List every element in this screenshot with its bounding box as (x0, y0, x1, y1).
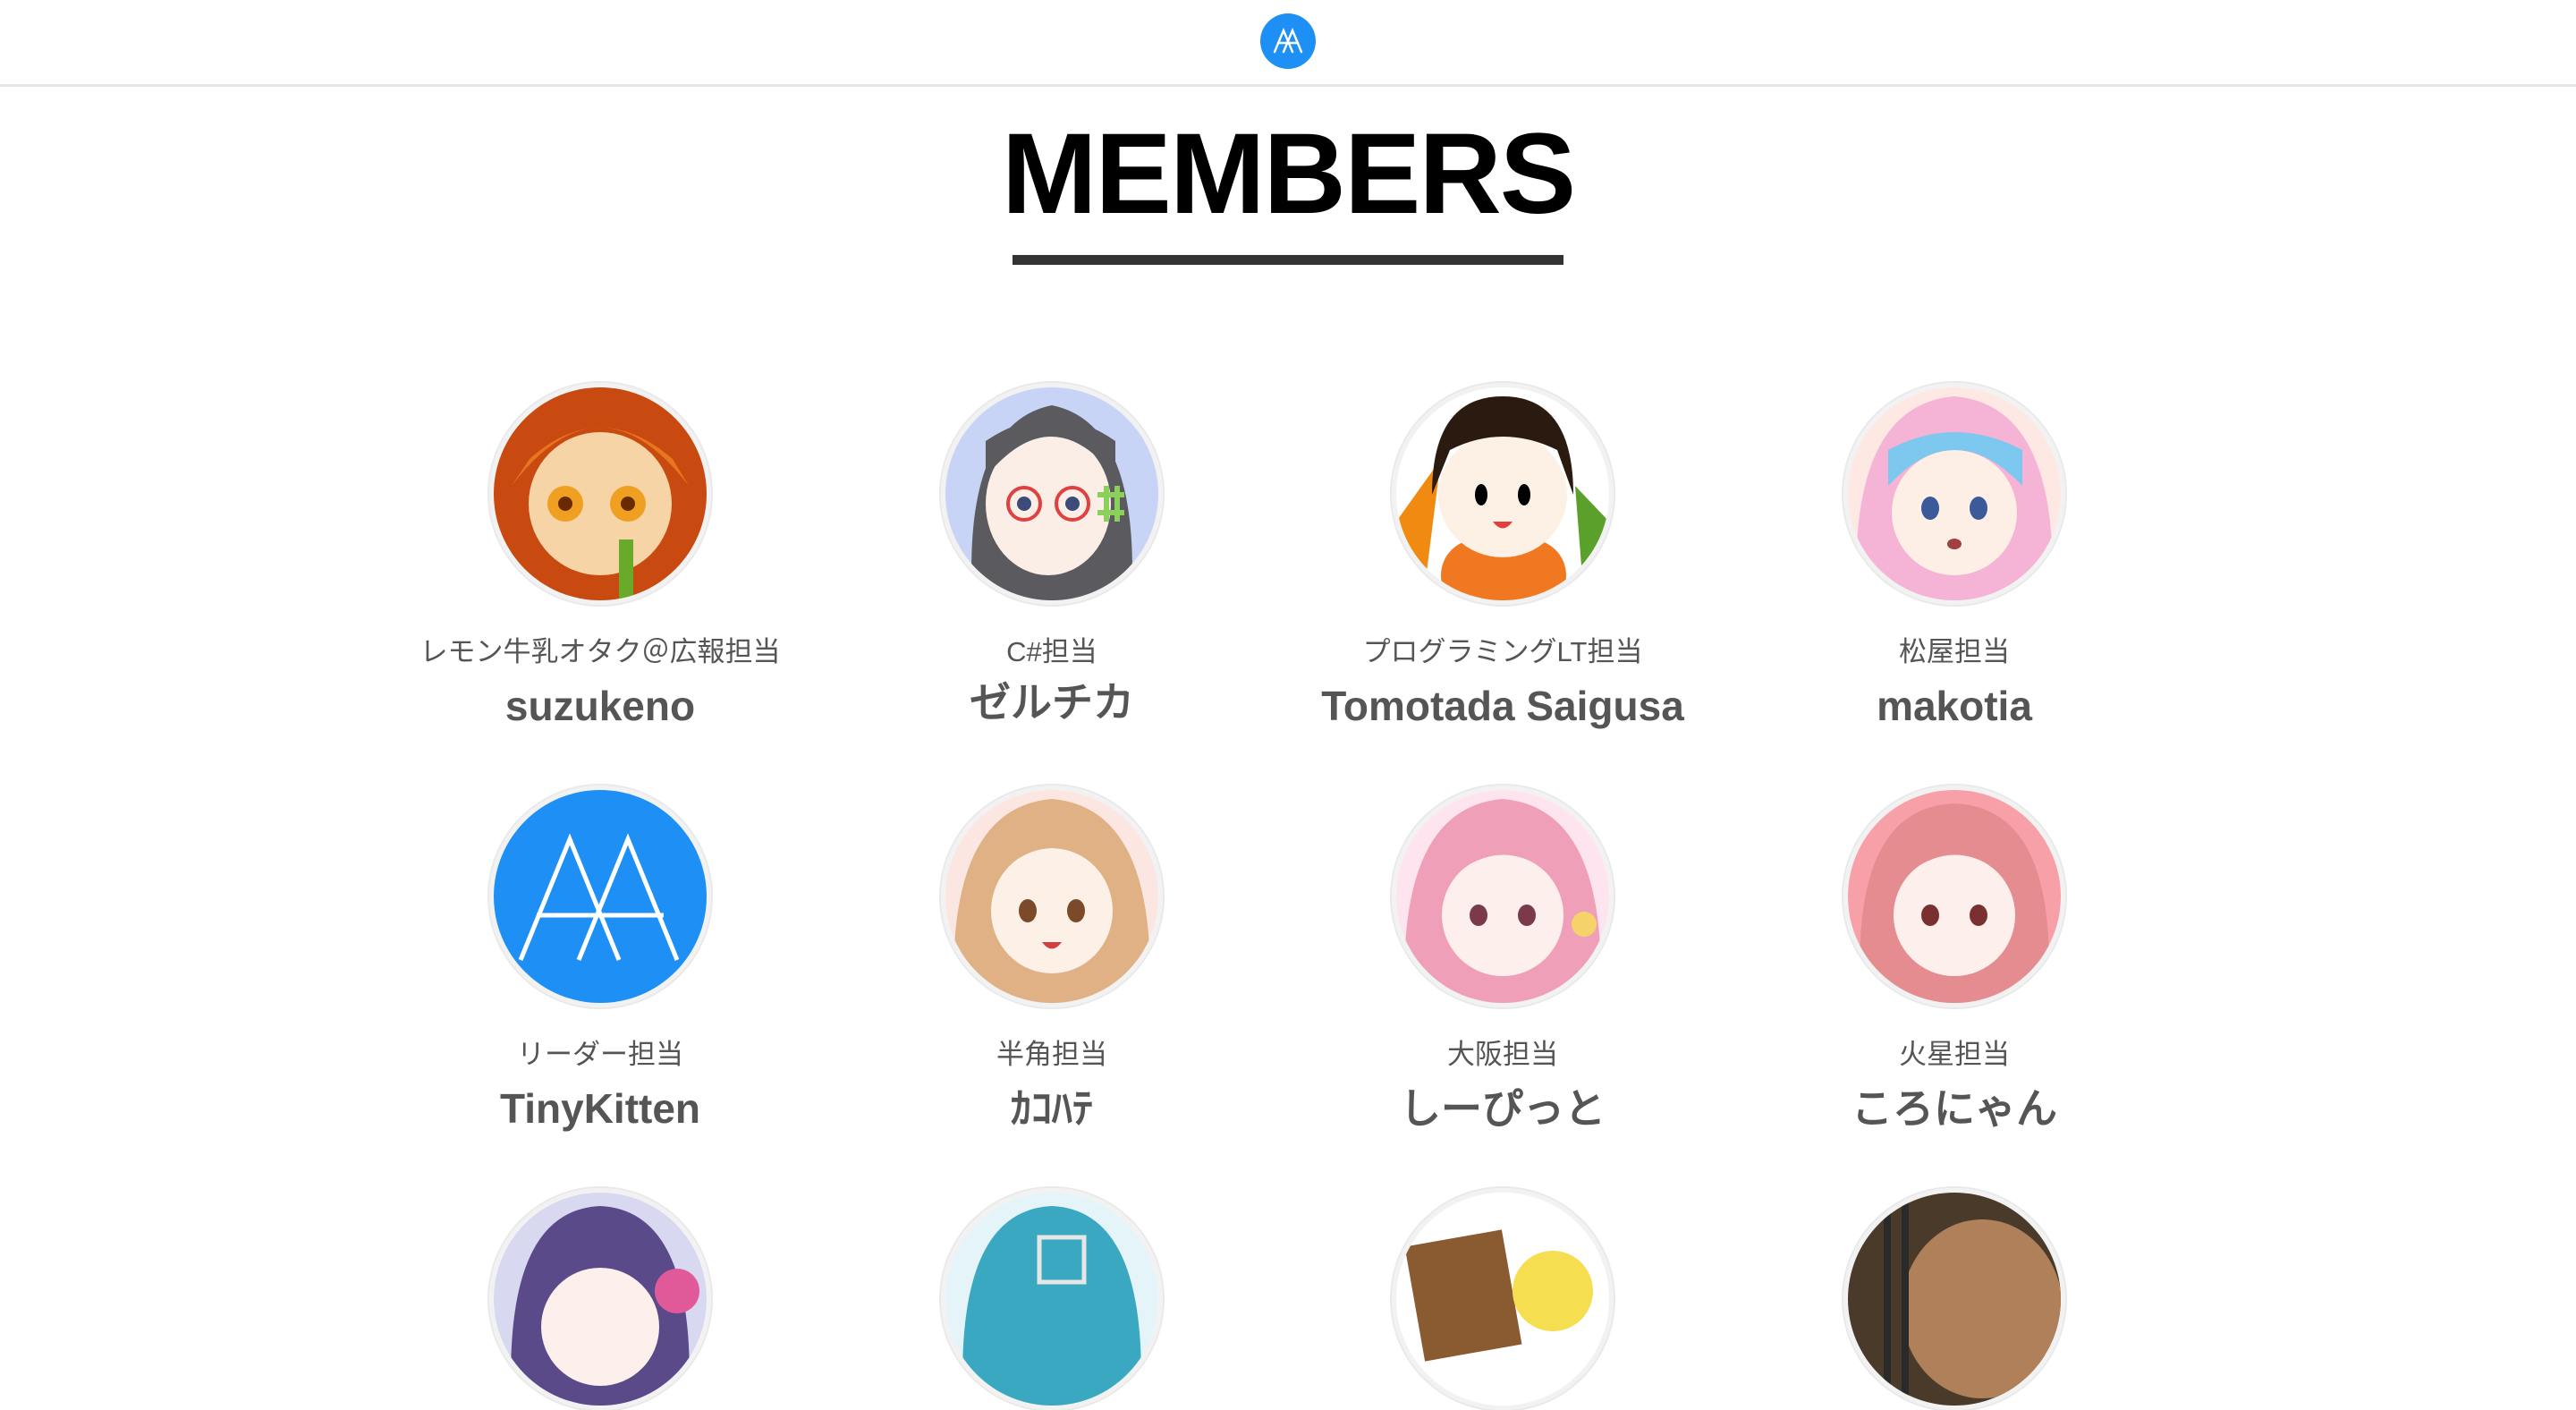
chibi-boy-avatar (1392, 383, 1614, 605)
red-haired-girl-avatar (1843, 786, 2065, 1007)
member-name: ｶｺﾊﾃ (1011, 1085, 1093, 1132)
member-role: 大阪担当 (1447, 1039, 1558, 1070)
aa-logo-avatar (489, 786, 711, 1007)
member-role: レモン牛乳オタク＠広報担当 (419, 636, 781, 667)
title-underline (1013, 255, 1563, 265)
guitar-photo-avatar (1843, 1188, 2065, 1410)
chick-sign-avatar (1392, 1188, 1614, 1410)
member-name: ゼルチカ (970, 679, 1134, 726)
blonde-girl-avatar (941, 786, 1163, 1007)
member-role: 半角担当 (996, 1039, 1107, 1070)
member-name: ころにゃん (1852, 1085, 2057, 1132)
member-role: 松屋担当 (1899, 636, 2010, 667)
orange-haired-girl-avatar (489, 383, 711, 605)
member-name: suzukeno (504, 683, 696, 729)
teal-hair-avatar (941, 1188, 1163, 1410)
aa-logo-icon[interactable] (1260, 13, 1316, 69)
blue-haired-hood-avatar (1843, 383, 2065, 605)
member-name: しーぴっと (1400, 1085, 1606, 1132)
member-name: Tomotada Saigusa (1321, 683, 1684, 729)
purple-haired-headphones-avatar (489, 1188, 711, 1410)
glasses-girl-avatar (941, 383, 1163, 605)
member-name: TinyKitten (499, 1085, 701, 1132)
member-name: makotia (1877, 683, 2032, 729)
member-role: リーダー担当 (517, 1039, 683, 1070)
pink-haired-girl-avatar (1392, 786, 1614, 1007)
member-role: 火星担当 (1899, 1039, 2010, 1070)
member-role: プログラミングLT担当 (1362, 636, 1643, 667)
member-role: C#担当 (1006, 636, 1097, 667)
top-bar (0, 0, 2576, 87)
page-title: MEMBERS (1001, 110, 1576, 238)
